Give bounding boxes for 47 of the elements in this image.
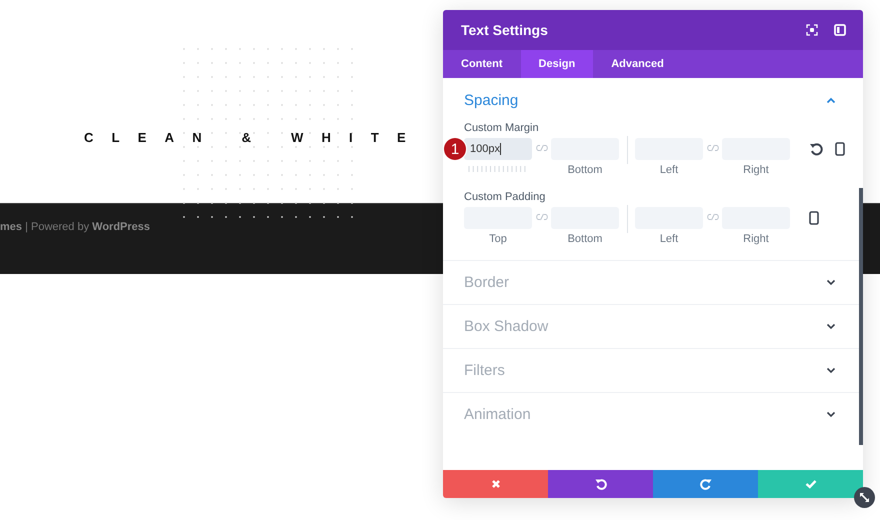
chevron-down-icon [826, 279, 836, 286]
scrollbar[interactable] [859, 188, 863, 445]
close-icon [490, 479, 500, 489]
input-field[interactable]: 100px [464, 138, 532, 160]
field-caption: Bottom [568, 233, 602, 246]
focus-icon [806, 24, 818, 36]
field-caption: Right [743, 164, 769, 177]
reset-icon[interactable] [809, 142, 823, 156]
field-caption: Left [660, 233, 678, 246]
section-title: Border [464, 274, 510, 291]
chevron-up-icon [826, 96, 836, 104]
discard-button[interactable] [443, 470, 548, 498]
section-title: Spacing [464, 92, 518, 108]
field-caption: Bottom [568, 164, 602, 177]
redo-icon [700, 478, 712, 490]
section-title: Box Shadow [464, 318, 548, 335]
sidebar-icon [834, 24, 846, 36]
section-title: Animation [464, 406, 531, 423]
resize-handle[interactable] [854, 487, 875, 508]
hero-title: CLEAN & WHITE [84, 130, 425, 145]
tab[interactable]: Advanced [593, 50, 682, 78]
chevron-down-icon [826, 323, 836, 330]
tab[interactable]: Content [443, 50, 521, 78]
chevron-down-icon [826, 411, 836, 418]
section-title: Filters [464, 362, 505, 379]
section-header[interactable]: Spacing [443, 78, 863, 122]
modal-title: Text Settings [461, 22, 549, 38]
tab[interactable]: Design [520, 50, 594, 78]
field-caption: Right [743, 233, 769, 246]
field-caption: Top [489, 233, 507, 246]
footer-credit: mes | Powered by WordPress [0, 221, 150, 233]
save-button[interactable] [758, 470, 863, 498]
resize-icon [859, 492, 870, 503]
link-icon [706, 213, 718, 221]
field-label: Custom Margin [464, 122, 540, 134]
step-marker: 1 [444, 138, 466, 160]
check-icon [804, 479, 816, 489]
link-icon [706, 144, 718, 152]
link-icon [536, 144, 548, 152]
field-caption: Left [660, 164, 678, 177]
undo-icon [594, 478, 606, 490]
phone-icon[interactable] [809, 211, 819, 225]
chevron-down-icon [826, 367, 836, 374]
field-label: Custom Padding [464, 191, 546, 203]
undo-button[interactable] [548, 470, 653, 498]
phone-icon[interactable] [835, 142, 845, 156]
link-icon [536, 213, 548, 221]
